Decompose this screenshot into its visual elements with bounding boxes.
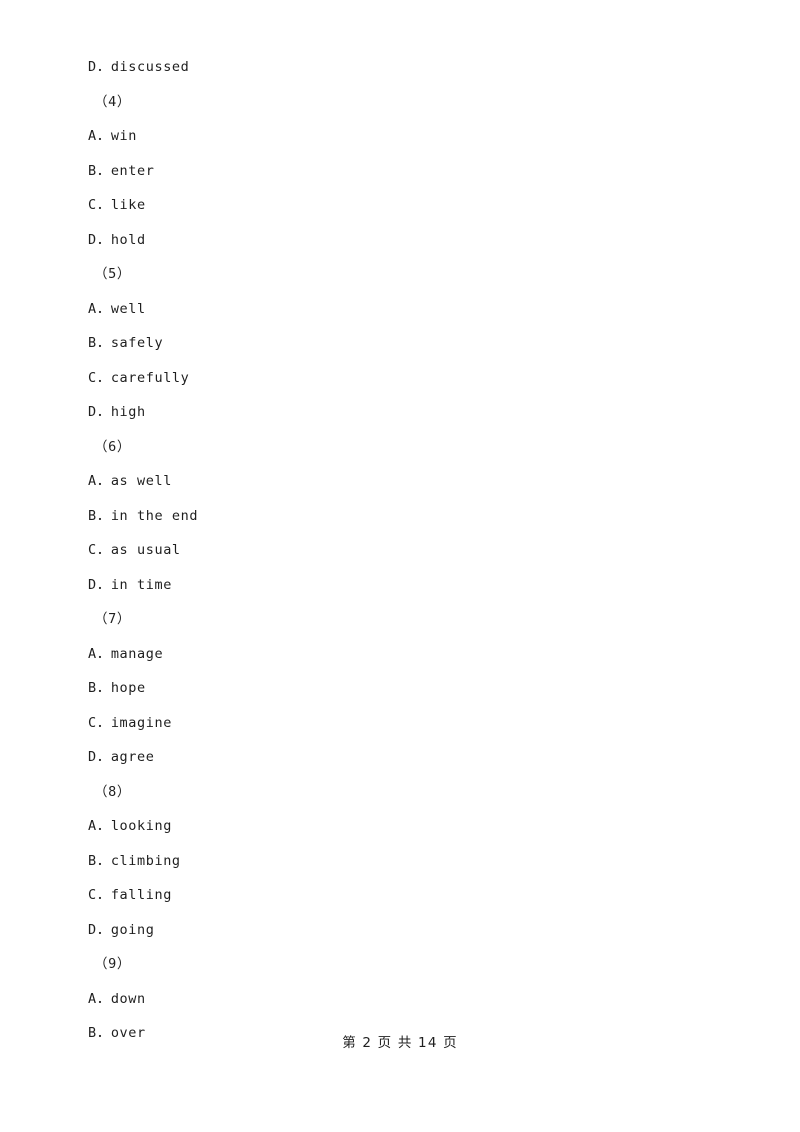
- question-number: （5）: [94, 266, 131, 282]
- answer-option: D．discussed: [88, 59, 190, 75]
- answer-option: B．hope: [88, 680, 146, 696]
- answer-option: A．win: [88, 128, 138, 144]
- answer-option: A．manage: [88, 645, 164, 662]
- answer-option: B．climbing: [88, 852, 181, 869]
- question-options-list: D．discussed （4） A．win B．enter C．like D．hold （5…: [88, 50, 708, 1051]
- question-number: （9）: [94, 956, 131, 972]
- document-page: D．discussed （4） A．win B．enter C．like D．hold （5…: [0, 0, 800, 1132]
- answer-option: A．well: [88, 300, 146, 317]
- answer-option: D．agree: [88, 749, 155, 765]
- answer-option: D．going: [88, 921, 155, 938]
- answer-option: B．in the end: [88, 507, 199, 524]
- answer-option: A．looking: [88, 818, 172, 834]
- answer-option: C．carefully: [88, 369, 190, 386]
- answer-option: B．safely: [88, 335, 164, 351]
- question-number: （6）: [94, 438, 131, 455]
- question-number: （7）: [94, 611, 131, 627]
- question-number: （4）: [94, 93, 131, 110]
- question-number: （8）: [94, 783, 131, 800]
- answer-option: D．high: [88, 404, 146, 420]
- answer-option: C．falling: [88, 887, 172, 903]
- page-footer: 第 2 页 共 14 页: [342, 1035, 458, 1051]
- answer-option: A．down: [88, 990, 146, 1007]
- answer-option: C．imagine: [88, 714, 172, 731]
- answer-option: B．enter: [88, 162, 155, 179]
- answer-option: D．hold: [88, 231, 146, 248]
- answer-option: A．as well: [88, 473, 172, 489]
- answer-option: C．like: [88, 197, 146, 213]
- answer-option: D．in time: [88, 576, 172, 593]
- answer-option: C．as usual: [88, 542, 181, 558]
